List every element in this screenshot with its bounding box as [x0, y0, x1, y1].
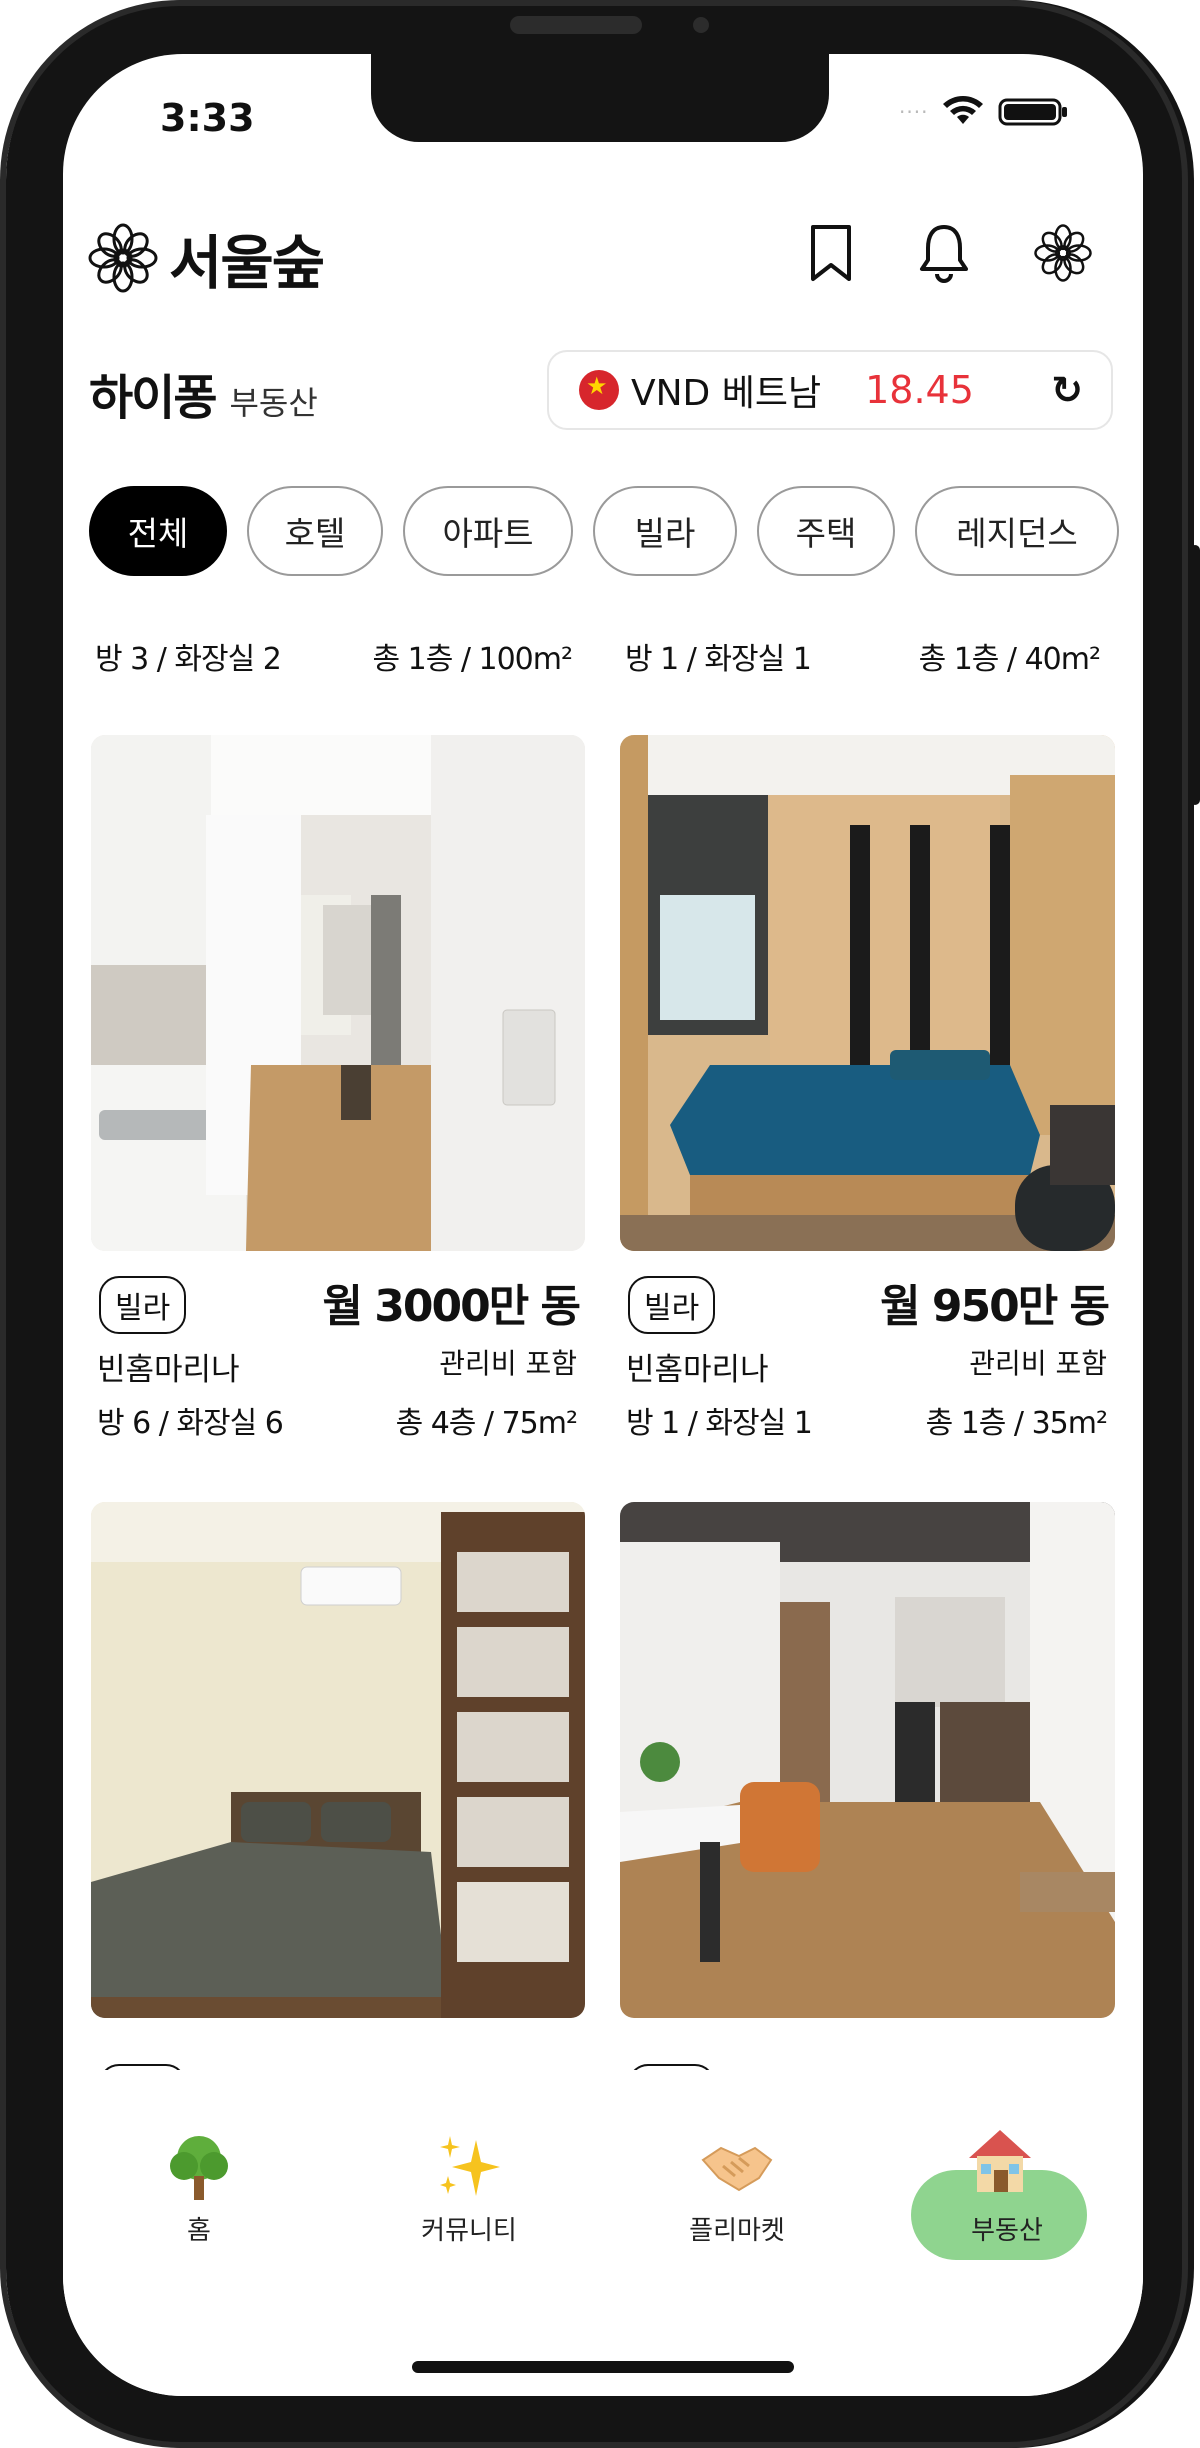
listing-rooms: 방 1 / 화장실 1 — [625, 642, 812, 677]
chip-villa[interactable]: 빌라 — [593, 486, 737, 576]
power-button — [1190, 545, 1200, 805]
tab-flea-market-label: 플리마켓 — [689, 2216, 785, 2246]
category-filter-bar: 전체 호텔 아파트 빌라 주택 레지던스 — [89, 486, 1119, 576]
listing-rooms: 방 6 / 화장실 6 — [97, 1406, 284, 1441]
app-screen: 3:33 ···· 서울숲 하이퐁 부동산 ★ VND 베트남 18.45 ↻ … — [63, 54, 1143, 2396]
tab-home-label: 홈 — [187, 2216, 211, 2246]
camera — [693, 17, 709, 33]
brand-name: 서울숲 — [169, 229, 325, 297]
listing-rooms: 방 3 / 화장실 2 — [95, 642, 282, 677]
bell-icon[interactable] — [917, 222, 971, 284]
listing-floor: 총 1층 / 100m² — [372, 642, 573, 677]
battery-icon — [998, 98, 1068, 126]
currency-label: VND 베트남 — [631, 373, 822, 414]
bottom-tab-bar: 홈 커뮤니티 플리마켓 부동산 — [63, 2070, 1143, 2396]
house-icon — [969, 2130, 1031, 2192]
listing-type-tag: 빌라 — [99, 1276, 187, 1334]
listing-rooms: 방 1 / 화장실 1 — [626, 1406, 813, 1441]
listing-photo-bedroom[interactable] — [620, 735, 1115, 1251]
listing-name: 빈홈마리나 — [97, 1352, 240, 1388]
speaker — [510, 16, 642, 34]
chip-apartment[interactable]: 아파트 — [403, 486, 573, 576]
listing-price: 월 950만 동 — [880, 1281, 1110, 1332]
listing-price: 월 3000만 동 — [322, 1281, 581, 1332]
exchange-rate-widget[interactable]: VND 베트남 18.45 ↻ — [547, 350, 1113, 430]
listing-photo-dining[interactable] — [620, 1502, 1115, 2018]
listing-floor: 총 4층 / 75m² — [395, 1406, 578, 1441]
listing-fee: 관리비 포함 — [969, 1347, 1107, 1380]
city-selector[interactable]: 하이퐁 부동산 — [89, 358, 318, 428]
signal-dots: ···· — [899, 100, 929, 124]
chip-hotel[interactable]: 호텔 — [247, 486, 383, 576]
exchange-rate-value: 18.45 — [865, 368, 974, 412]
listing-photo-hotel-room[interactable] — [91, 1502, 585, 2018]
chip-residence[interactable]: 레지던스 — [915, 486, 1119, 576]
tab-community-label: 커뮤니티 — [421, 2216, 517, 2246]
wifi-icon — [943, 96, 984, 124]
header-actions — [807, 222, 1093, 284]
home-indicator[interactable] — [412, 2361, 794, 2373]
chip-house[interactable]: 주택 — [757, 486, 895, 576]
listing-floor: 총 1층 / 35m² — [925, 1406, 1108, 1441]
tab-home[interactable]: 홈 — [99, 2070, 299, 2246]
brand-logo[interactable]: 서울숲 — [87, 216, 325, 300]
listing-fee: 관리비 포함 — [439, 1347, 577, 1380]
listing-type-tag: 빌라 — [628, 1276, 716, 1334]
handshake-icon — [701, 2146, 773, 2192]
chip-all[interactable]: 전체 — [89, 486, 227, 576]
sparkles-icon — [440, 2136, 500, 2196]
listing-name: 빈홈마리나 — [626, 1352, 769, 1388]
notch — [371, 54, 829, 142]
listing-photo-kitchen[interactable] — [91, 735, 585, 1251]
city-name: 하이퐁 — [89, 370, 217, 426]
tab-community[interactable]: 커뮤니티 — [369, 2070, 569, 2246]
vietnam-flag-icon — [579, 370, 619, 410]
category-label: 부동산 — [229, 384, 318, 422]
tab-flea-market[interactable]: 플리마켓 — [637, 2070, 837, 2246]
tree-icon — [170, 2136, 228, 2200]
status-time: 3:33 — [160, 96, 255, 140]
refresh-icon[interactable]: ↻ — [1051, 368, 1083, 412]
bookmark-icon[interactable] — [807, 223, 855, 283]
flower-logo-icon — [88, 223, 158, 293]
status-icons: ···· — [899, 96, 1070, 128]
settings-flower-icon[interactable] — [1033, 223, 1093, 283]
listing-floor: 총 1층 / 40m² — [918, 642, 1101, 677]
tab-real-estate-label: 부동산 — [971, 2216, 1043, 2246]
